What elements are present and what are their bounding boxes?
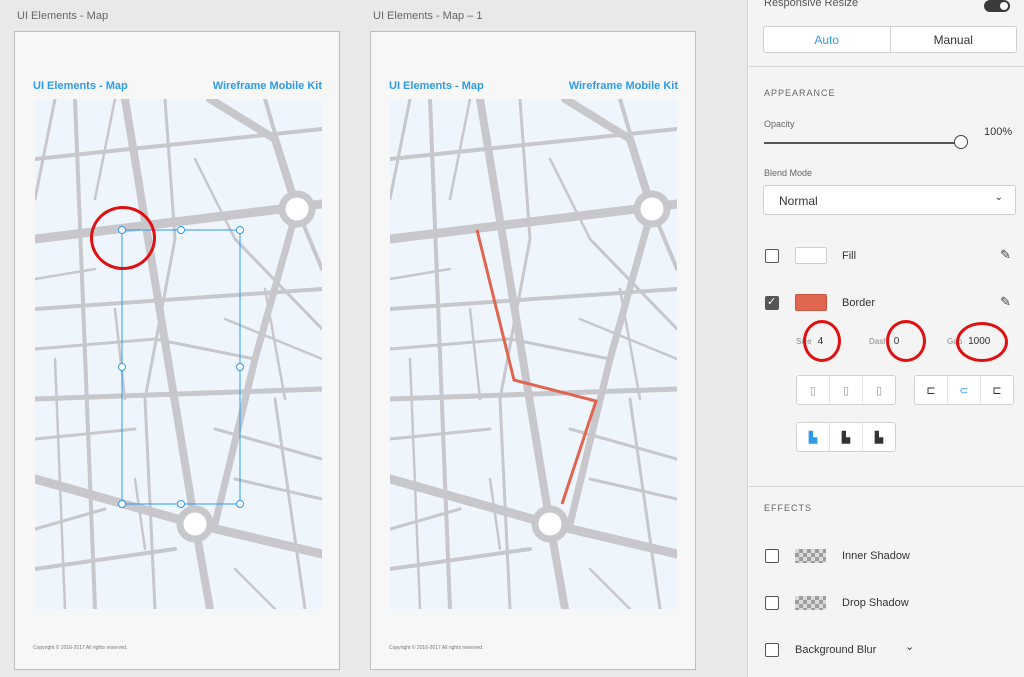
chevron-down-icon: ⌄ (994, 192, 1003, 203)
artboard-kit: Wireframe Mobile Kit (212, 80, 322, 92)
annotation-circle (886, 320, 926, 362)
miter-join-icon[interactable]: ▙ (797, 423, 830, 451)
resize-handle-icon (118, 363, 126, 371)
map-image[interactable] (390, 99, 677, 609)
opacity-slider-thumb[interactable] (954, 135, 968, 149)
copyright-text: Copyright © 2016-2017 All rights reserve… (389, 645, 484, 651)
checkerboard-icon (795, 596, 826, 610)
selection-box[interactable] (35, 99, 322, 609)
artboard-label-2[interactable]: UI Elements - Map – 1 (373, 10, 482, 22)
annotation-circle (90, 206, 156, 270)
annotation-circle (803, 320, 841, 362)
resize-handle-icon (236, 363, 244, 371)
checkerboard-icon (795, 549, 826, 563)
fill-checkbox[interactable] (765, 249, 779, 263)
chevron-down-icon[interactable]: ⌄ (905, 640, 914, 653)
stroke-inside-icon[interactable]: ▯ (797, 376, 830, 404)
artboard-title: UI Elements - Map (389, 80, 484, 92)
resize-handle-icon (177, 226, 185, 234)
map-roads (390, 99, 677, 609)
artboard-label-1[interactable]: UI Elements - Map (17, 10, 108, 22)
eyedropper-icon[interactable]: ✎ (1000, 247, 1011, 263)
map-image[interactable] (35, 99, 322, 609)
design-canvas[interactable]: UI Elements - Map UI Elements - Map – 1 … (0, 0, 747, 677)
background-blur-checkbox[interactable] (765, 643, 779, 657)
artboard-map[interactable]: UI Elements - Map Wireframe Mobile Kit C… (14, 31, 340, 670)
stroke-cap-group: ⊏ ⊂ ⊏ (914, 375, 1014, 405)
stroke-align-group: ▯ ▯ ▯ (796, 375, 896, 405)
resize-handle-icon (118, 500, 126, 508)
opacity-slider-track[interactable] (764, 142, 960, 144)
divider (748, 66, 1024, 67)
fill-color-swatch[interactable] (795, 247, 827, 264)
annotation-circle (956, 322, 1008, 362)
stroke-join-group: ▙ ▙ ▙ (796, 422, 896, 452)
square-cap-icon[interactable]: ⊏ (981, 376, 1013, 404)
responsive-resize-label: Responsive Resize (764, 0, 859, 9)
divider (748, 486, 1024, 487)
drop-shadow-checkbox[interactable] (765, 596, 779, 610)
round-cap-icon[interactable]: ⊂ (948, 376, 981, 404)
drop-shadow-label: Drop Shadow (842, 597, 909, 609)
manual-button[interactable]: Manual (891, 27, 1017, 52)
resize-handle-icon (177, 500, 185, 508)
blend-mode-label: Blend Mode (764, 168, 813, 178)
dash-label: Dash (869, 337, 888, 346)
butt-cap-icon[interactable]: ⊏ (915, 376, 948, 404)
bevel-join-icon[interactable]: ▙ (863, 423, 895, 451)
inner-shadow-checkbox[interactable] (765, 549, 779, 563)
border-label: Border (842, 297, 876, 309)
responsive-resize-toggle[interactable] (984, 0, 1010, 12)
appearance-heading: APPEARANCE (764, 88, 836, 98)
round-join-icon[interactable]: ▙ (830, 423, 863, 451)
blend-mode-select[interactable]: Normal ⌄ (763, 185, 1016, 215)
resize-mode-segmented: Auto Manual (763, 26, 1017, 53)
stroke-center-icon[interactable]: ▯ (830, 376, 863, 404)
stroke-outside-icon[interactable]: ▯ (863, 376, 895, 404)
copyright-text: Copyright © 2016-2017 All rights reserve… (33, 645, 128, 651)
artboard-title: UI Elements - Map (33, 80, 128, 92)
eyedropper-icon[interactable]: ✎ (1000, 294, 1011, 310)
artboard-map-copy[interactable]: UI Elements - Map Wireframe Mobile Kit C… (370, 31, 696, 670)
fill-label: Fill (842, 250, 857, 262)
inner-shadow-label: Inner Shadow (842, 550, 910, 562)
effects-heading: EFFECTS (764, 503, 813, 513)
artboard-kit: Wireframe Mobile Kit (568, 80, 678, 92)
border-checkbox[interactable] (765, 295, 779, 310)
blend-mode-value: Normal (779, 194, 818, 208)
border-color-swatch[interactable] (795, 294, 827, 311)
opacity-label: Opacity (764, 119, 795, 129)
auto-button[interactable]: Auto (764, 27, 891, 52)
property-inspector: Responsive Resize Auto Manual APPEARANCE… (747, 0, 1024, 677)
background-blur-label: Background Blur (795, 644, 877, 656)
opacity-value[interactable]: 100% (984, 126, 1012, 138)
resize-handle-icon (236, 226, 244, 234)
resize-handle-icon (236, 500, 244, 508)
